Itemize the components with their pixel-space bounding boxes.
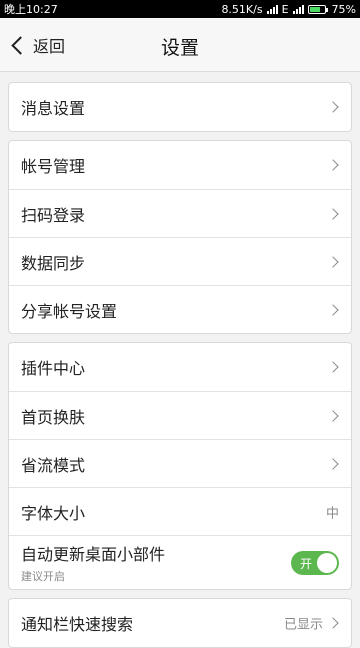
settings-row-message-settings[interactable]: 消息设置 <box>9 83 351 131</box>
settings-group-general: 插件中心 首页换肤 省流模式 字体大小 中 自动更新桌面小部件 建议开启 开 <box>8 342 352 590</box>
chevron-right-icon <box>327 617 339 629</box>
chevron-right-icon <box>327 361 339 373</box>
battery-icon <box>307 4 328 14</box>
page-title: 设置 <box>160 37 199 59</box>
network-speed: 8.51K/s <box>221 2 263 16</box>
battery-percent: 75% <box>331 2 356 16</box>
chevron-right-icon <box>327 255 339 268</box>
row-label: 帐号管理 <box>21 157 86 176</box>
chevron-right-icon <box>327 207 339 220</box>
row-label: 首页换肤 <box>21 407 86 427</box>
settings-row-data-saver[interactable]: 省流模式 <box>9 439 351 487</box>
signal-icon <box>266 4 278 14</box>
row-label: 插件中心 <box>21 359 86 378</box>
signal-2-icon <box>292 4 304 14</box>
status-indicators: 8.51K/s E 75% <box>221 3 356 16</box>
battery-fill <box>309 6 321 12</box>
status-time: 晚上10:27 <box>4 3 58 16</box>
settings-group-messages: 消息设置 <box>8 82 352 132</box>
font-size-value: 中 <box>325 506 339 521</box>
row-label: 通知栏快速搜索 <box>21 615 134 634</box>
toggle-knob <box>317 552 337 573</box>
widget-auto-update-toggle[interactable]: 开 <box>291 550 339 575</box>
settings-row-data-sync[interactable]: 数据同步 <box>9 237 351 285</box>
status-bar: 晚上10:27 8.51K/s E 75% <box>0 0 360 18</box>
settings-row-font-size[interactable]: 字体大小 中 <box>9 487 351 535</box>
row-label: 字体大小 <box>21 503 86 523</box>
row-label-stack: 自动更新桌面小部件 建议开启 <box>21 541 165 584</box>
chevron-right-icon <box>327 101 339 113</box>
settings-row-homepage-skin[interactable]: 首页换肤 <box>9 391 351 439</box>
settings-row-account-management[interactable]: 帐号管理 <box>9 141 351 189</box>
chevron-right-icon <box>327 457 339 470</box>
network-type: E <box>281 2 289 16</box>
notification-search-value: 已显示 <box>283 617 323 633</box>
settings-group-account: 帐号管理 扫码登录 数据同步 分享帐号设置 <box>8 140 352 334</box>
title-bar: 返回 设置 <box>0 18 360 72</box>
settings-row-share-account[interactable]: 分享帐号设置 <box>9 285 351 333</box>
settings-row-plugin-center[interactable]: 插件中心 <box>9 343 351 391</box>
settings-row-widget-auto-update: 自动更新桌面小部件 建议开启 开 <box>9 535 351 589</box>
row-label: 自动更新桌面小部件 <box>21 545 166 564</box>
row-label: 省流模式 <box>21 455 86 475</box>
settings-row-scan-login[interactable]: 扫码登录 <box>9 189 351 237</box>
row-label: 扫码登录 <box>21 205 86 225</box>
chevron-right-icon <box>327 159 339 171</box>
row-label: 分享帐号设置 <box>21 301 118 321</box>
row-label: 数据同步 <box>21 253 86 273</box>
row-sublabel: 建议开启 <box>21 570 65 583</box>
settings-group-notification: 通知栏快速搜索 已显示 <box>8 598 352 648</box>
chevron-right-icon <box>327 409 339 422</box>
chevron-right-icon <box>327 303 339 316</box>
toggle-label: 开 <box>300 556 313 571</box>
row-label: 消息设置 <box>21 99 86 118</box>
